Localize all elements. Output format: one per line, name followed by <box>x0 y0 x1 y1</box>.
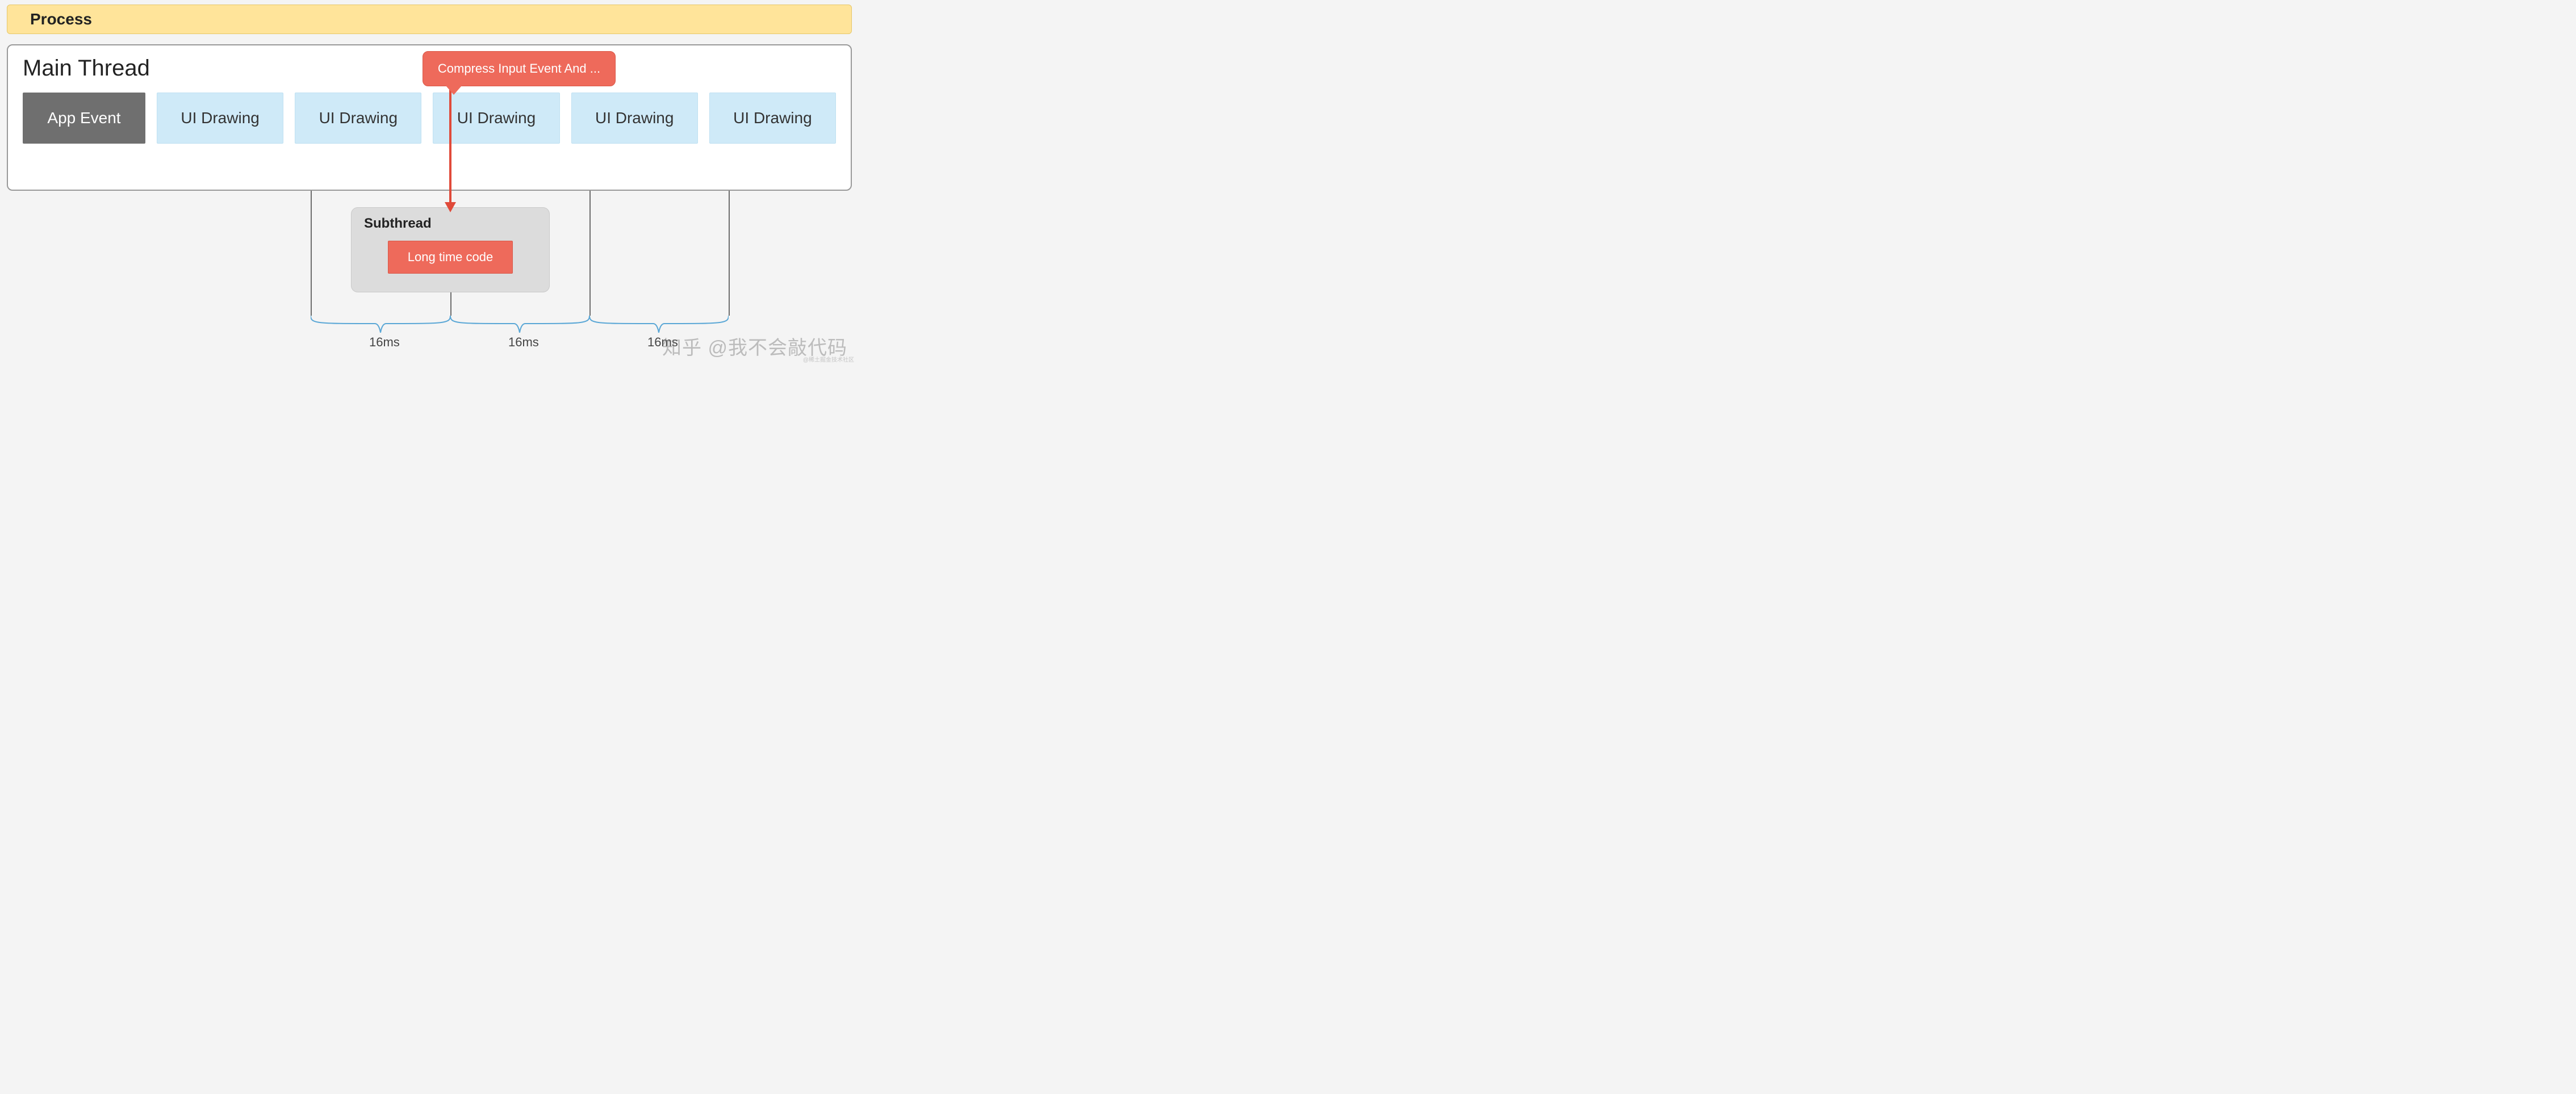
process-title: Process <box>30 10 92 28</box>
timeline-divider <box>729 191 730 316</box>
brace-icon <box>589 316 729 333</box>
ui-drawing-box: UI Drawing <box>157 93 283 144</box>
ui-drawing-box: UI Drawing <box>709 93 836 144</box>
timeline-divider <box>450 292 451 316</box>
event-label: UI Drawing <box>595 109 674 127</box>
brace-icon <box>450 316 589 333</box>
interval-label: 16ms <box>647 335 678 350</box>
ui-drawing-box: UI Drawing <box>571 93 698 144</box>
event-label: UI Drawing <box>181 109 259 127</box>
watermark-small-text: @稀土掘金技术社区 <box>803 355 854 363</box>
compress-callout: Compress Input Event And ... <box>423 51 616 86</box>
timeline-divider <box>311 191 312 316</box>
event-label: UI Drawing <box>457 109 536 127</box>
brace-icon <box>311 316 450 333</box>
event-label: UI Drawing <box>733 109 812 127</box>
subthread-title: Subthread <box>364 216 537 232</box>
long-time-code-label: Long time code <box>408 250 493 265</box>
callout-text: Compress Input Event And ... <box>438 61 600 76</box>
subthread-container: Subthread Long time code <box>351 207 550 292</box>
long-time-code-box: Long time code <box>388 241 513 274</box>
app-event-box: App Event <box>23 93 145 144</box>
interval-label: 16ms <box>508 335 539 350</box>
thread-event-row: App Event UI Drawing UI Drawing UI Drawi… <box>23 93 836 144</box>
event-label: App Event <box>47 109 120 127</box>
process-header: Process <box>7 5 852 34</box>
ui-drawing-box: UI Drawing <box>433 93 559 144</box>
interval-label: 16ms <box>369 335 400 350</box>
ui-drawing-box: UI Drawing <box>295 93 421 144</box>
timeline-divider <box>589 191 591 316</box>
event-label: UI Drawing <box>319 109 398 127</box>
